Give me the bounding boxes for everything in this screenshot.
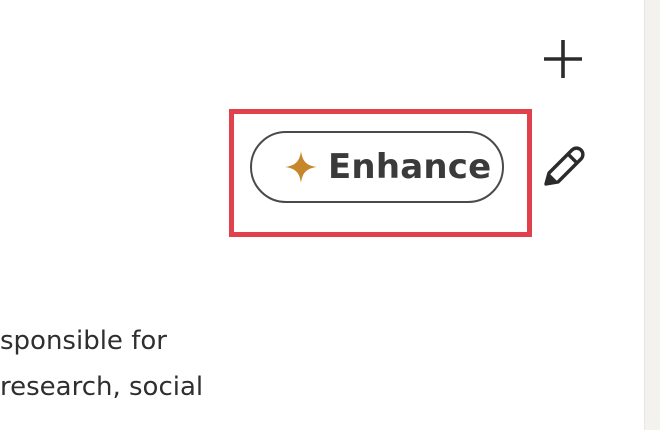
sparkle-icon bbox=[284, 150, 318, 184]
experience-description: sponsible for research, social bbox=[0, 318, 620, 410]
profile-section-panel: Enhance sponsible for research, social bbox=[0, 0, 660, 430]
edit-button[interactable] bbox=[536, 140, 590, 194]
add-button[interactable] bbox=[536, 32, 590, 86]
description-line: sponsible for bbox=[0, 326, 167, 356]
description-line: research, social bbox=[0, 372, 204, 402]
plus-icon bbox=[536, 32, 590, 86]
enhance-button-label: Enhance bbox=[328, 147, 492, 187]
page-background-gutter bbox=[645, 0, 660, 430]
pencil-icon bbox=[536, 140, 590, 194]
enhance-button[interactable]: Enhance bbox=[250, 131, 504, 203]
